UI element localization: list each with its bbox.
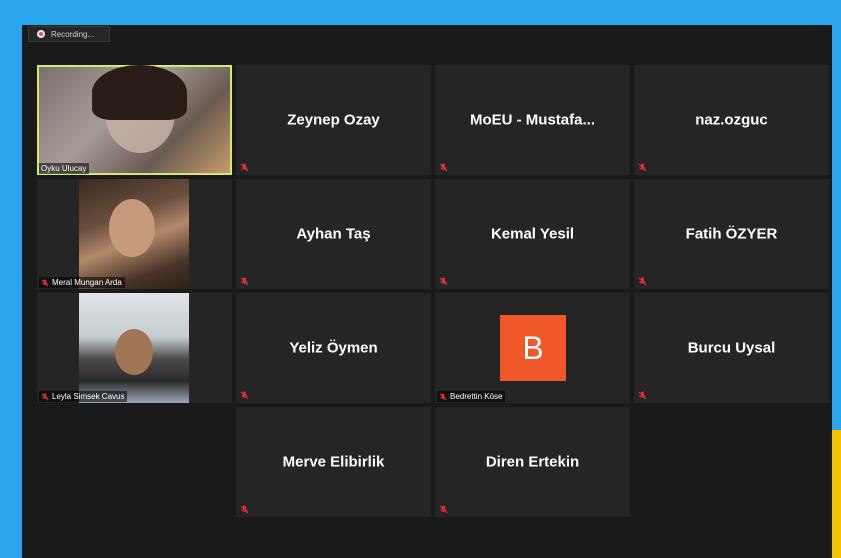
video-face: [115, 329, 153, 375]
video-feed: [79, 293, 189, 403]
recording-label: Recording...: [51, 29, 95, 39]
participant-name: Yeliz Öymen: [289, 339, 378, 357]
mic-muted-icon: [439, 163, 448, 172]
recording-icon: [37, 30, 45, 38]
mic-muted-icon: [638, 391, 647, 400]
participant-name: Fatih ÖZYER: [685, 225, 778, 243]
participant-tile-leyla[interactable]: Leyla Simsek Cavus: [37, 293, 232, 403]
participant-caption: Meral Mungan Arda: [39, 277, 125, 288]
participant-tile-ayhan[interactable]: Ayhan Taş: [236, 179, 431, 289]
participant-name: Bedrettin Köse: [450, 392, 503, 401]
participant-tile-zeynep[interactable]: Zeynep Ozay: [236, 65, 431, 175]
participant-tile-moeu[interactable]: MoEU - Mustafa...: [435, 65, 630, 175]
participant-name: Ayhan Taş: [296, 225, 371, 243]
participant-tile-yeliz[interactable]: Yeliz Öymen: [236, 293, 431, 403]
participant-caption: Oyku Ulucay: [39, 163, 90, 174]
recording-indicator[interactable]: Recording...: [28, 26, 110, 42]
participant-name: Meral Mungan Arda: [52, 278, 122, 287]
mic-muted-icon: [638, 163, 647, 172]
video-face: [109, 199, 155, 257]
mic-muted-icon: [240, 277, 249, 286]
participant-tile-diren[interactable]: Diren Ertekin: [435, 407, 630, 517]
participant-name: Oyku Ulucay: [41, 164, 87, 173]
mic-muted-icon: [240, 391, 249, 400]
participant-caption: Leyla Simsek Cavus: [39, 391, 128, 402]
participant-name: Leyla Simsek Cavus: [52, 392, 125, 401]
participant-name: naz.ozguc: [695, 111, 768, 129]
participant-tile-burcu[interactable]: Burcu Uysal: [634, 293, 829, 403]
participant-name: Kemal Yesil: [490, 225, 575, 243]
participant-tile-merve[interactable]: Merve Elibirlik: [236, 407, 431, 517]
mic-muted-icon: [439, 392, 447, 400]
mic-muted-icon: [41, 278, 49, 286]
participant-name: Burcu Uysal: [687, 339, 776, 357]
participant-tile-naz[interactable]: naz.ozguc: [634, 65, 829, 175]
video-hair: [92, 65, 187, 120]
avatar: B: [500, 315, 566, 381]
video-feed: [79, 179, 189, 289]
participant-tile-kemal[interactable]: Kemal Yesil: [435, 179, 630, 289]
participant-tile-fatih[interactable]: Fatih ÖZYER: [634, 179, 829, 289]
participant-name: Zeynep Ozay: [287, 111, 380, 129]
participant-tile-meral[interactable]: Meral Mungan Arda: [37, 179, 232, 289]
mic-muted-icon: [240, 505, 249, 514]
mic-muted-icon: [41, 392, 49, 400]
participant-name: MoEU - Mustafa...: [469, 111, 595, 129]
participant-caption: Bedrettin Köse: [437, 391, 506, 402]
participant-tile-oyku[interactable]: Oyku Ulucay: [37, 65, 232, 175]
mic-muted-icon: [439, 277, 448, 286]
participant-name: Merve Elibirlik: [282, 453, 385, 471]
mic-muted-icon: [638, 277, 647, 286]
mic-muted-icon: [439, 505, 448, 514]
participant-tile-bedrettin[interactable]: B Bedrettin Köse: [435, 293, 630, 403]
participant-name: Diren Ertekin: [485, 453, 580, 471]
mic-muted-icon: [240, 163, 249, 172]
taskbar-edge: [832, 430, 841, 558]
